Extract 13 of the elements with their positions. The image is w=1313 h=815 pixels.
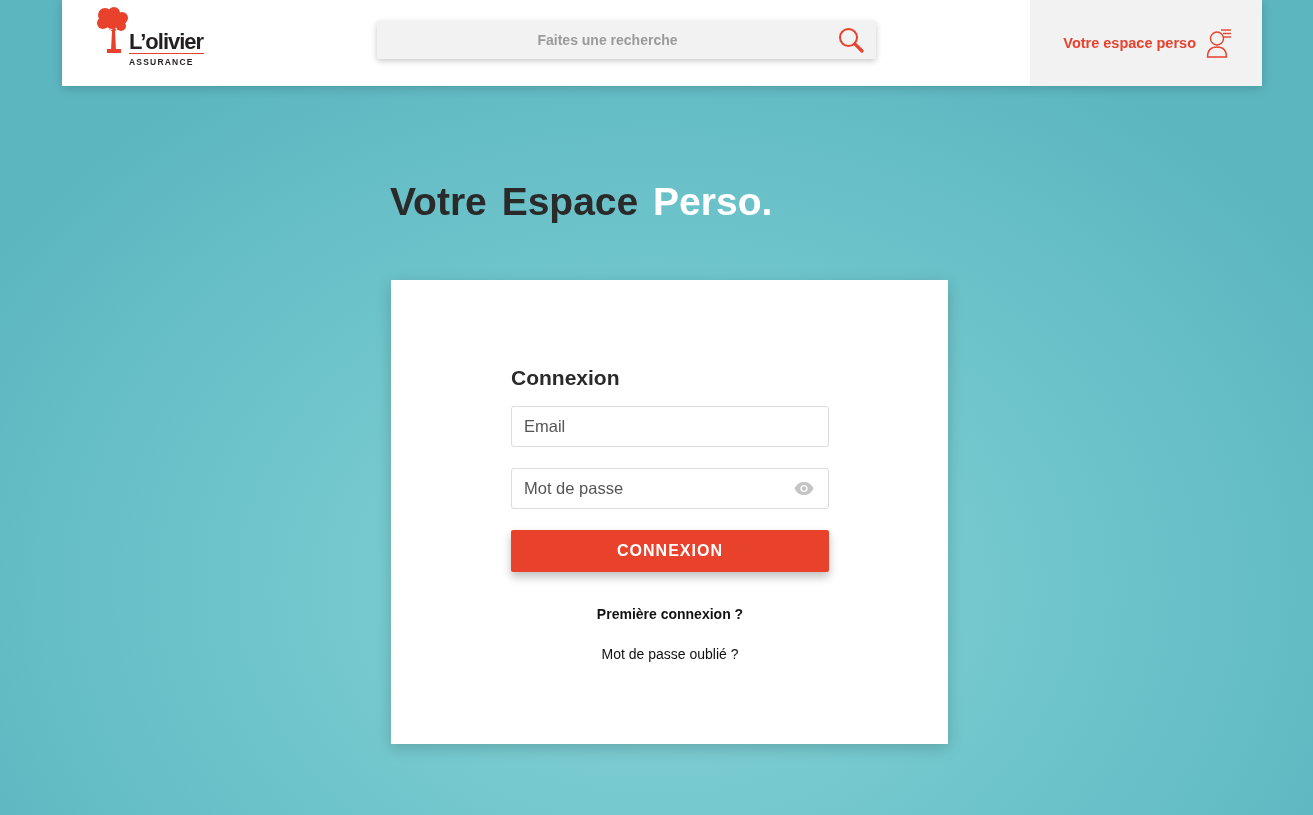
user-icon: [1206, 28, 1232, 58]
login-button[interactable]: CONNEXION: [511, 530, 829, 572]
search-icon[interactable]: [838, 27, 864, 53]
password-field[interactable]: Mot de passe: [511, 468, 829, 509]
logo-wordmark: L’olivier: [129, 31, 205, 54]
email-field[interactable]: Email: [511, 406, 829, 447]
link[interactable]: Première connexion ?: [596, 604, 744, 624]
page-title: Votre Espace Perso.: [390, 179, 773, 225]
tree-icon: [97, 7, 128, 55]
form-heading: Connexion: [511, 365, 620, 391]
logo-tagline: ASSURANCE: [129, 57, 194, 67]
link[interactable]: Mot de passe oublié ?: [601, 644, 739, 664]
search-field[interactable]: Faites une recherche: [377, 21, 876, 59]
